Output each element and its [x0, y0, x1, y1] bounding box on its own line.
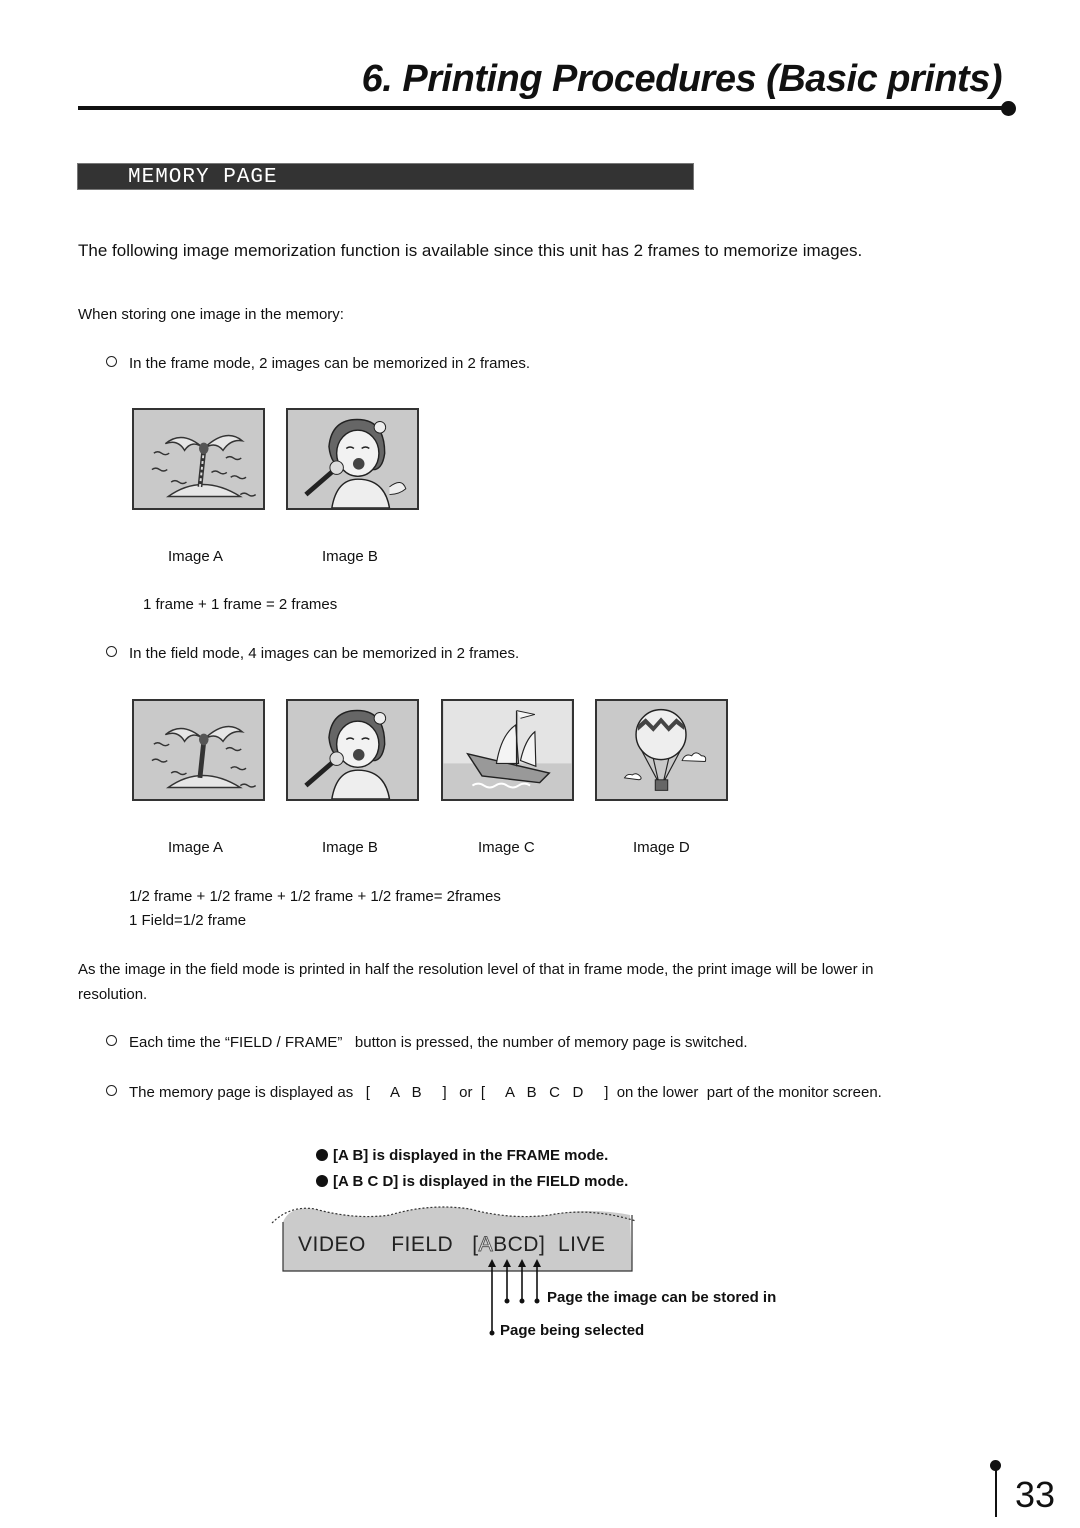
monitor-status-line: VIDEO FIELD [ABCD] LIVE: [298, 1233, 605, 1257]
monitor-field-label: FIELD: [391, 1233, 454, 1256]
frame-mode-note-text: [A B] is displayed in the FRAME mode.: [333, 1147, 609, 1164]
monitor-other-pages: BCD: [493, 1233, 539, 1256]
dot-bullet-icon: [316, 1149, 328, 1161]
thumbnail-field-image-c: [441, 699, 574, 801]
callout-selected-page: Page being selected: [500, 1322, 645, 1339]
caption-image-a: Image A: [168, 548, 224, 565]
thumbnail-field-image-a: [132, 699, 265, 801]
field-frame-text: Each time the “FIELD / FRAME” button is …: [129, 1034, 748, 1051]
singer-girl-icon: [288, 701, 417, 799]
monitor-selected-page: A: [478, 1233, 494, 1257]
callout-storable-pages: Page the image can be stored in: [547, 1289, 777, 1306]
monitor-live-label: LIVE: [557, 1233, 606, 1256]
frame-mode-bullet: In the frame mode, 2 images can be memor…: [106, 355, 530, 372]
ring-bullet-icon: [106, 1035, 117, 1046]
caption-field-image-b: Image B: [322, 839, 378, 856]
chapter-title: 6. Printing Procedures (Basic prints): [361, 58, 1003, 100]
palm-island-icon: [134, 410, 263, 508]
monitor-video-label: VIDEO: [298, 1233, 366, 1256]
page-number-rule: [995, 1466, 997, 1517]
resolution-note: As the image in the field mode is printe…: [78, 961, 874, 978]
section-title: MEMORY PAGE: [128, 166, 278, 189]
palm-island-icon: [134, 701, 263, 799]
dot-bullet-icon: [316, 1175, 328, 1187]
field-note: 1 Field=1/2 frame: [129, 912, 247, 929]
thumbnail-image-b: [286, 408, 419, 510]
caption-field-image-d: Image D: [633, 839, 690, 856]
field-mode-note: [A B C D] is displayed in the FIELD mode…: [316, 1173, 628, 1190]
thumbnail-image-a: [132, 408, 265, 510]
thumbnail-field-image-d: [595, 699, 728, 801]
field-mode-note-text: [A B C D] is displayed in the FIELD mode…: [333, 1173, 629, 1190]
field-equation: 1/2 frame + 1/2 frame + 1/2 frame + 1/2 …: [129, 888, 501, 905]
memory-page-bullet: The memory page is displayed as [ A B ] …: [106, 1084, 882, 1101]
thumbnail-field-image-b: [286, 699, 419, 801]
title-rule: [78, 106, 1012, 110]
frame-mode-note: [A B] is displayed in the FRAME mode.: [316, 1147, 608, 1164]
singer-girl-icon: [288, 410, 417, 508]
storing-label: When storing one image in the memory:: [78, 306, 344, 323]
caption-field-image-a: Image A: [168, 839, 224, 856]
resolution-note-cont: resolution.: [78, 986, 148, 1003]
page-number: 33: [1015, 1474, 1056, 1515]
memory-page-text: The memory page is displayed as [ A B ] …: [129, 1084, 882, 1101]
ring-bullet-icon: [106, 1085, 117, 1096]
caption-image-b: Image B: [322, 548, 378, 565]
sailing-ship-icon: [443, 701, 572, 799]
field-frame-bullet: Each time the “FIELD / FRAME” button is …: [106, 1034, 748, 1051]
intro-paragraph: The following image memorization functio…: [78, 241, 863, 260]
hot-air-balloon-icon: [597, 701, 726, 799]
monitor-screen-illustration: VIDEO FIELD [ABCD] LIVE: [270, 1195, 640, 1275]
frame-mode-text: In the frame mode, 2 images can be memor…: [129, 355, 531, 372]
caption-field-image-c: Image C: [478, 839, 535, 856]
frame-equation: 1 frame + 1 frame = 2 frames: [143, 596, 338, 613]
title-rule-dot-icon: [1001, 101, 1016, 116]
section-header-bar: MEMORY PAGE: [77, 163, 694, 190]
field-mode-bullet: In the field mode, 4 images can be memor…: [106, 645, 519, 662]
ring-bullet-icon: [106, 646, 117, 657]
monitor-bracket-close: ]: [538, 1233, 546, 1256]
ring-bullet-icon: [106, 356, 117, 367]
field-mode-text: In the field mode, 4 images can be memor…: [129, 645, 520, 662]
